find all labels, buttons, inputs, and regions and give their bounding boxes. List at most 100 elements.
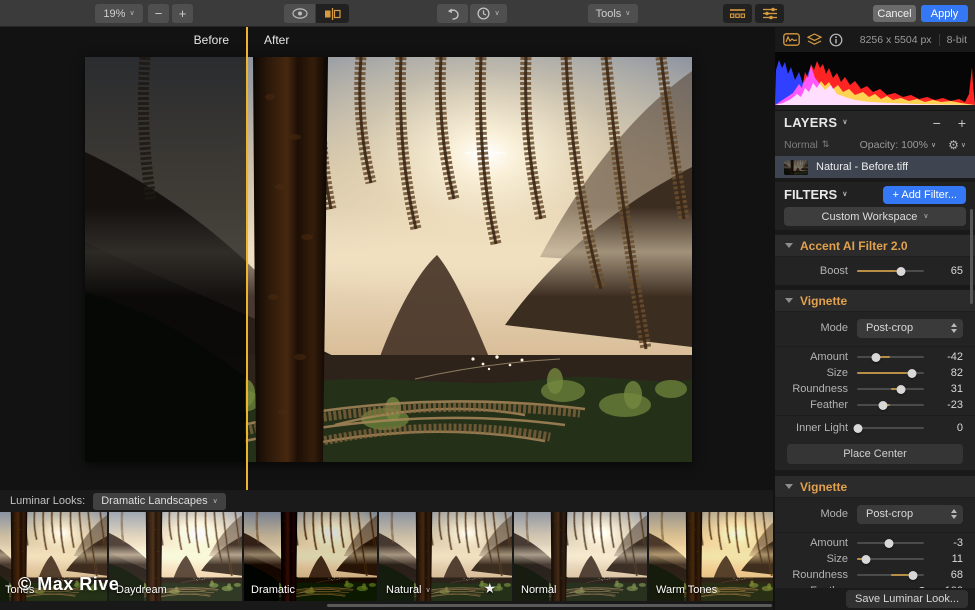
side-panel-toggle-button[interactable] [755,4,784,23]
slider-knob[interactable] [896,385,905,394]
add-layer-button[interactable]: + [958,115,966,131]
after-label: After [264,33,289,47]
looks-filmstrip-icon [729,8,746,20]
slider-row-size: Size 11 [775,551,975,567]
look-label-normal: Normal [521,584,556,596]
look-label-natural: Natural ∨ [386,584,431,596]
slider-knob[interactable] [907,369,916,378]
tools-label: Tools [596,8,622,20]
select-updown-icon [951,323,957,333]
filters-scrollbar[interactable] [970,209,973,304]
image-canvas: Before After [0,27,773,490]
star-icon[interactable]: ★ [483,581,496,597]
photographer-watermark: © Max Rive [18,574,119,595]
looks-panel-toggle-button[interactable] [723,4,752,23]
slider-knob[interactable] [861,555,870,564]
chevron-down-icon: ∨ [425,587,430,594]
look-thumbnail-natural-selected[interactable]: Natural ∨ ★ [379,512,512,601]
image-info-strip: 8256 x 5504 px 8-bit [775,27,975,52]
look-label-dramatic: Dramatic [251,584,295,596]
photo-after-view [85,57,692,462]
size-slider[interactable] [857,372,924,374]
workspace-value: Custom Workspace [822,211,918,223]
compare-view-button[interactable] [316,4,349,23]
layers-title[interactable]: LAYERS ∨ [784,115,848,130]
info-icon[interactable] [829,33,843,47]
slider-row-amount: Amount -3 [775,535,975,551]
history-button[interactable]: ∨ [470,4,507,23]
zoom-level-value: 19% [103,8,125,20]
filters-title[interactable]: FILTERS ∨ [784,187,847,202]
select-updown-icon [951,509,957,519]
zoom-level-dropdown[interactable]: 19% ∨ [95,4,143,23]
chevron-down-icon: ∨ [842,191,847,198]
chevron-down-icon: ∨ [213,498,218,505]
luminar-looks-bar: Luminar Looks: Dramatic Landscapes ∨ [0,490,773,512]
filter-header-accent-ai[interactable]: Accent AI Filter 2.0 [775,234,975,257]
look-label-daydream: Daydream [116,584,167,596]
slider-knob[interactable] [878,401,887,410]
layers-toggle-icon[interactable] [807,33,822,46]
roundness-slider[interactable] [857,388,924,390]
zoom-in-button[interactable]: + [172,4,193,23]
chevron-down-icon: ∨ [931,142,936,149]
clock-icon [477,7,490,20]
vignette-mode-row: Mode Post-crop [775,312,975,344]
blend-updown-icon: ⇅ [822,140,830,150]
layer-row-selected[interactable]: Natural - Before.tiff [775,156,975,178]
boost-slider[interactable] [857,270,924,272]
place-center-button[interactable]: Place Center [787,444,963,464]
filter-title: Vignette [800,480,847,494]
amount-slider[interactable] [857,356,924,358]
filter-header-vignette-2[interactable]: Vignette [775,475,975,498]
zoom-out-button[interactable]: − [148,4,169,23]
undo-button[interactable] [437,4,468,23]
look-thumbnail-normal[interactable]: Normal [514,512,647,601]
slider-knob[interactable] [885,539,894,548]
layer-settings-button[interactable]: ⚙ ∨ [948,138,966,152]
collapse-triangle-icon [785,484,793,489]
right-side-panel: 8256 x 5504 px 8-bit LAYERS ∨ − + Normal… [775,27,975,610]
slider-knob[interactable] [872,353,881,362]
slider-knob[interactable] [909,571,918,580]
looks-category-dropdown[interactable]: Dramatic Landscapes ∨ [93,493,226,510]
look-thumbnail-dramatic[interactable]: Dramatic [244,512,377,601]
look-thumbnail-warm-tones[interactable]: Warm Tones [649,512,773,601]
histogram-toggle-icon[interactable] [783,33,800,46]
vignette-mode-row: Mode Post-crop [775,498,975,530]
opacity-label: Opacity: [860,139,899,151]
add-filter-button[interactable]: + Add Filter... [883,186,966,204]
slider-knob[interactable] [896,267,905,276]
workspace-dropdown[interactable]: Custom Workspace ∨ [784,207,966,226]
remove-layer-button[interactable]: − [933,115,941,131]
sliders-icon [762,7,778,20]
slider-row-roundness: Roundness 68 [775,567,975,583]
size-slider[interactable] [857,558,924,560]
blend-mode-dropdown[interactable]: Normal [784,139,818,151]
slider-row-size: Size 82 [775,365,975,381]
slider-knob[interactable] [854,424,863,433]
save-luminar-look-button[interactable]: Save Luminar Look... [846,590,968,608]
apply-button[interactable]: Apply [921,5,968,22]
vignette-mode-select[interactable]: Post-crop [857,319,963,338]
tools-dropdown[interactable]: Tools ∨ [588,4,638,23]
amount-slider[interactable] [857,542,924,544]
layer-thumbnail [784,160,808,175]
eye-icon [292,8,308,19]
before-after-divider[interactable] [246,27,248,490]
feather-slider[interactable] [857,404,924,406]
preview-toggle-button[interactable] [284,4,315,23]
looks-filmstrip: Tones Daydream Dramatic Natural ∨ ★ Norm… [0,512,773,610]
filter-header-vignette-1[interactable]: Vignette [775,289,975,312]
apply-label: Apply [931,8,959,20]
blend-opacity-row: Normal ⇅ Opacity: 100% ∨ ⚙ ∨ [775,134,975,156]
filmstrip-scrollbar[interactable] [327,604,772,607]
cancel-button[interactable]: Cancel [873,5,916,22]
inner-light-slider[interactable] [857,427,924,429]
look-thumbnail-daydream[interactable]: Daydream [109,512,242,601]
chevron-down-icon: ∨ [842,119,847,126]
vignette-mode-select[interactable]: Post-crop [857,505,963,524]
roundness-slider[interactable] [857,574,924,576]
luminar-app-window: 19% ∨ − + [0,0,975,610]
opacity-dropdown[interactable]: Opacity: 100% ∨ [860,139,937,151]
